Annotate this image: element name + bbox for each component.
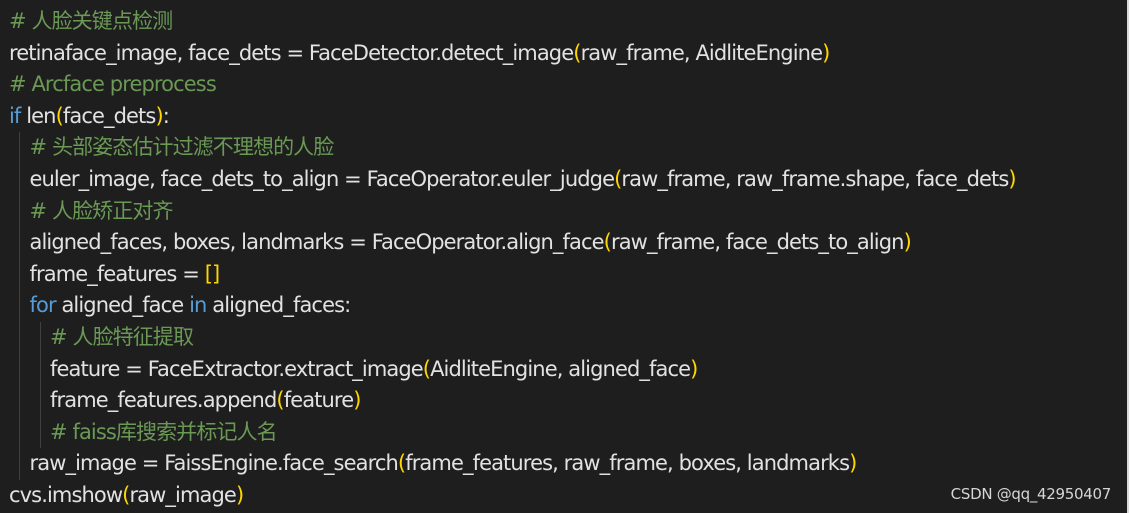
plain-token: raw_frame, face_dets_to_align: [610, 230, 905, 255]
code-line[interactable]: cvs.imshow(raw_image): [9, 480, 1016, 512]
indent-guide: [39, 416, 41, 449]
indent-guide: [39, 321, 41, 354]
code-line[interactable]: frame_features.append(feature): [9, 385, 1016, 417]
indent-guide: [39, 385, 41, 417]
indent-guide: [19, 385, 20, 417]
indent-guide: [19, 321, 20, 354]
plain-token: raw_image = FaissEngine.face_search: [29, 451, 399, 476]
plain-token: feature = FaceExtractor.extract_image: [50, 356, 424, 381]
indent-guide: [19, 416, 20, 449]
plain-token: frame_features.append: [50, 388, 277, 413]
bracket-token: (: [422, 356, 431, 381]
indent-guide: [19, 227, 20, 259]
plain-token: feature: [283, 388, 354, 413]
comment-token: # 人脸关键点检测: [9, 9, 173, 33]
plain-token: aligned_face: [55, 293, 190, 318]
keyword-token: for: [29, 293, 57, 318]
keyword-token: in: [189, 293, 207, 318]
bracket-token: ): [849, 451, 857, 476]
bracket-token: []: [204, 261, 220, 286]
plain-token: aligned_faces:: [206, 293, 351, 318]
comment-token: # 人脸矫正对齐: [29, 198, 174, 223]
plain-token: AidliteEngine, aligned_face: [430, 356, 691, 381]
plain-token: frame_features =: [29, 261, 205, 286]
bracket-token: ): [353, 388, 361, 413]
code-line[interactable]: # Arcface preprocess: [9, 69, 1016, 101]
plain-token: frame_features, raw_frame, boxes, landma…: [405, 451, 850, 476]
code-editor[interactable]: # 人脸关键点检测 retinaface_image, face_dets = F…: [0, 0, 1129, 513]
bracket-token: ): [822, 40, 830, 65]
plain-token: :: [162, 103, 170, 128]
watermark: CSDN @qq_42950407: [950, 485, 1112, 503]
plain-token: raw_image: [129, 482, 236, 507]
keyword-token: if: [9, 103, 21, 128]
indent-guide: [19, 132, 20, 164]
indent-guide: [19, 290, 20, 322]
comment-token: # Arcface preprocess: [9, 72, 217, 97]
code-line[interactable]: # 人脸特征提取: [9, 321, 1016, 354]
plain-token: euler_image, face_dets_to_align = FaceOp…: [29, 166, 616, 191]
indent-guide: [19, 195, 20, 228]
bracket-token: ): [155, 103, 163, 128]
code-line[interactable]: # 头部姿态估计过滤不理想的人脸: [9, 132, 1016, 164]
bracket-token: ): [235, 482, 244, 507]
indent-guide: [39, 353, 41, 386]
code-line[interactable]: frame_features = []: [9, 258, 1016, 291]
bracket-token: (: [603, 230, 612, 255]
bracket-token: (: [573, 40, 581, 65]
code-line[interactable]: # 人脸矫正对齐: [9, 195, 1016, 228]
indent-guide: [19, 353, 20, 386]
indent-guide: [19, 163, 20, 196]
code-line[interactable]: # faiss库搜索并标记人名: [9, 416, 1016, 449]
code-line[interactable]: aligned_faces, boxes, landmarks = FaceOp…: [9, 227, 1016, 259]
plain-token: aligned_faces, boxes, landmarks = FaceOp…: [29, 230, 605, 255]
code-line[interactable]: # 人脸关键点检测: [9, 6, 1016, 38]
comment-token: # 头部姿态估计过滤不理想的人脸: [29, 135, 335, 160]
bracket-token: ): [903, 230, 912, 255]
plain-token: retinaface_image, face_dets = FaceDetect…: [9, 40, 574, 65]
plain-token: raw_frame, raw_frame.shape, face_dets: [621, 166, 1009, 191]
code-line[interactable]: if len(face_dets):: [9, 101, 1016, 133]
bracket-token: ): [690, 356, 698, 381]
bracket-token: (: [276, 388, 284, 413]
code-lines: # 人脸关键点检测 retinaface_image, face_dets = F…: [9, 6, 1017, 512]
plain-token: raw_frame, AidliteEngine: [580, 40, 823, 65]
bracket-token: ): [1008, 166, 1016, 191]
code-line[interactable]: euler_image, face_dets_to_align = FaceOp…: [9, 163, 1017, 196]
indent-guide: [19, 258, 20, 291]
code-line[interactable]: feature = FaceExtractor.extract_image(Ai…: [9, 353, 1016, 386]
comment-token: # faiss库搜索并标记人名: [50, 419, 278, 444]
indent-guide: [19, 448, 20, 480]
code-line[interactable]: raw_image = FaissEngine.face_search(fram…: [9, 448, 1016, 480]
code-line[interactable]: for aligned_face in aligned_faces:: [9, 290, 1016, 322]
comment-token: # 人脸特征提取: [50, 324, 194, 349]
plain-token: cvs.imshow: [9, 482, 123, 507]
plain-token: face_dets: [62, 103, 156, 128]
code-line[interactable]: retinaface_image, face_dets = FaceDetect…: [9, 38, 1016, 70]
plain-token: len: [20, 103, 56, 128]
bracket-token: (: [55, 103, 64, 128]
